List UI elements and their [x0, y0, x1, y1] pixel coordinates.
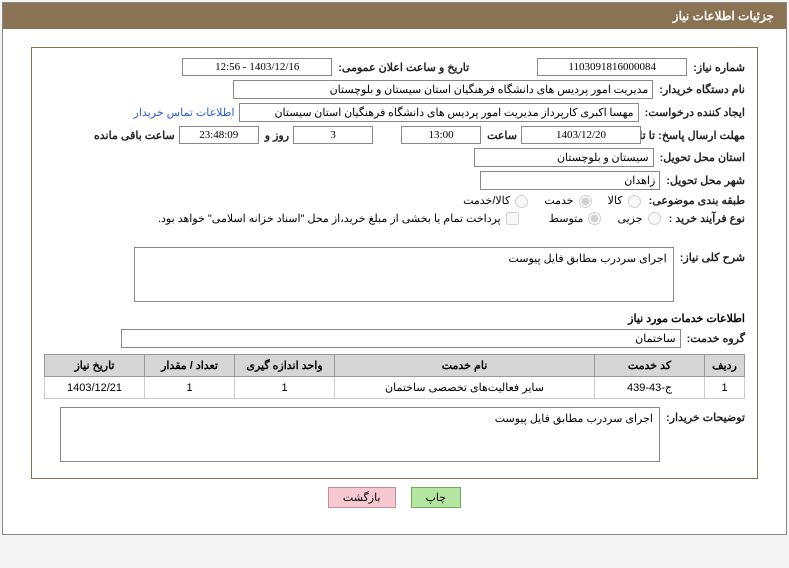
col-unit: واحد اندازه گیری: [235, 355, 335, 377]
col-code: کد خدمت: [595, 355, 705, 377]
purchase-type-label: نوع فرآیند خرید :: [667, 212, 745, 225]
ptype-minor-label: جزیی: [617, 213, 642, 225]
deadline-time: 13:00: [401, 126, 481, 144]
public-announce-value: 1403/12/16 - 12:56: [182, 58, 332, 76]
cat-service-label: خدمت: [544, 195, 573, 207]
cat-both-label: کالا/خدمت: [463, 195, 510, 207]
details-panel: شماره نیاز: 1103091816000084 تاریخ و ساع…: [31, 47, 758, 479]
days-and-label: روز و: [263, 129, 289, 142]
contact-link[interactable]: اطلاعات تماس خریدار: [134, 106, 235, 119]
hour-label: ساعت: [485, 129, 517, 142]
cat-goods-label: کالا: [608, 195, 623, 207]
buyer-org-value: مدیریت امور پردیس های دانشگاه فرهنگیان ا…: [233, 80, 653, 99]
time-left: 23:48:09: [179, 126, 259, 144]
escrow-option[interactable]: پرداخت تمام یا بخشی از مبلغ خرید،از محل …: [158, 212, 521, 226]
service-group-value: ساختمان: [121, 329, 681, 348]
page-title: جزئیات اطلاعات نیاز: [3, 3, 786, 29]
cat-goods-option[interactable]: کالا: [608, 194, 643, 208]
province-value: سیستان و بلوچستان: [474, 148, 654, 167]
col-row: ردیف: [705, 355, 745, 377]
need-no-label: شماره نیاز:: [691, 61, 745, 74]
days-left: 3: [293, 126, 373, 144]
need-no-value: 1103091816000084: [537, 58, 687, 76]
ptype-medium-option[interactable]: متوسط: [549, 212, 604, 226]
city-label: شهر محل تحویل:: [664, 174, 745, 187]
subject-cat-label: طبقه بندی موضوعی:: [647, 194, 745, 207]
ptype-medium-label: متوسط: [549, 213, 584, 225]
ptype-minor-option[interactable]: جزیی: [617, 212, 662, 226]
cat-both-option[interactable]: کالا/خدمت: [463, 194, 530, 208]
back-button[interactable]: بازگشت: [328, 487, 396, 508]
province-label: استان محل تحویل:: [658, 151, 745, 164]
col-name: نام خدمت: [335, 355, 595, 377]
public-announce-label: تاریخ و ساعت اعلان عمومی:: [336, 61, 469, 74]
print-button[interactable]: چاپ: [411, 487, 462, 508]
cell-row: 1: [705, 377, 745, 399]
services-info-heading: اطلاعات خدمات مورد نیاز: [44, 312, 745, 325]
remaining-label: ساعت باقی مانده: [92, 129, 175, 142]
buyer-org-label: نام دستگاه خریدار:: [657, 83, 745, 96]
cell-qty: 1: [145, 377, 235, 399]
escrow-note-label: پرداخت تمام یا بخشی از مبلغ خرید،از محل …: [158, 213, 501, 225]
table-row: 1 ج-43-439 سایر فعالیت‌های تخصصی ساختمان…: [45, 377, 745, 399]
requester-label: ایجاد کننده درخواست:: [643, 106, 745, 119]
cell-code: ج-43-439: [595, 377, 705, 399]
col-qty: تعداد / مقدار: [145, 355, 235, 377]
service-group-label: گروه خدمت:: [685, 332, 745, 345]
requester-value: مهسا اکبری کارپرداز مدیریت امور پردیس ها…: [239, 103, 639, 122]
cell-name: سایر فعالیت‌های تخصصی ساختمان: [335, 377, 595, 399]
cell-date: 1403/12/21: [45, 377, 145, 399]
need-desc-value: اجرای سردرب مطابق فایل پیوست: [134, 247, 674, 302]
cat-service-option[interactable]: خدمت: [544, 194, 593, 208]
need-desc-label: شرح کلی نیاز:: [678, 247, 745, 264]
deadline-date: 1403/12/20: [521, 126, 641, 144]
deadline-label: مهلت ارسال پاسخ: تا تاریخ:: [645, 129, 745, 142]
buyer-notes-label: توضیحات خریدار:: [664, 407, 745, 424]
cell-unit: 1: [235, 377, 335, 399]
city-value: زاهدان: [480, 171, 660, 190]
buyer-notes-value: اجرای سردرب مطابق فایل پیوست: [60, 407, 660, 462]
col-date: تاریخ نیاز: [45, 355, 145, 377]
services-table: ردیف کد خدمت نام خدمت واحد اندازه گیری ت…: [44, 354, 745, 399]
